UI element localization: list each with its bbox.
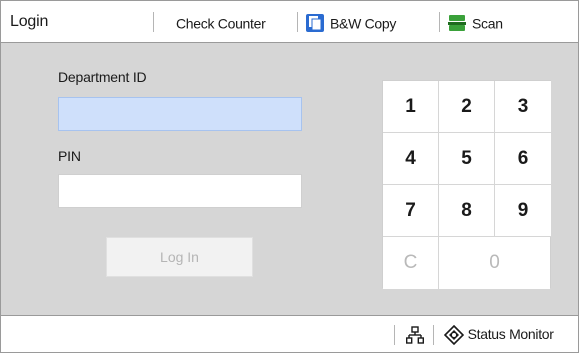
pin-field[interactable]: [58, 174, 302, 208]
network-status[interactable]: [405, 316, 425, 353]
login-screen: Login Check Counter B&W Copy Scan Depart…: [0, 0, 579, 353]
numeric-keypad: 1 2 3 4 5 6 7 8 9 C 0: [382, 80, 551, 289]
bottom-separator: [433, 325, 434, 345]
bottom-bar: Status Monitor: [1, 315, 578, 352]
bw-copy-button[interactable]: B&W Copy: [305, 1, 396, 43]
bw-copy-label: B&W Copy: [330, 15, 397, 32]
top-separator: [297, 12, 298, 32]
key-1[interactable]: 1: [383, 81, 439, 133]
key-2[interactable]: 2: [439, 81, 495, 133]
key-3[interactable]: 3: [495, 81, 551, 133]
top-separator: [153, 12, 154, 32]
key-4[interactable]: 4: [383, 133, 439, 185]
key-6[interactable]: 6: [495, 133, 551, 185]
scan-label: Scan: [472, 15, 503, 32]
key-7[interactable]: 7: [383, 185, 439, 237]
status-monitor-icon: [443, 325, 465, 346]
status-monitor-button[interactable]: Status Monitor: [443, 316, 554, 353]
check-counter-label: Check Counter: [176, 15, 266, 32]
key-0[interactable]: 0: [439, 237, 550, 289]
department-id-label: Department ID: [58, 69, 147, 85]
network-icon: [405, 326, 425, 344]
department-id-field[interactable]: [58, 97, 302, 131]
scan-icon: [448, 15, 466, 32]
page-title: Login: [10, 13, 49, 30]
key-clear[interactable]: C: [383, 237, 439, 289]
top-separator: [439, 12, 440, 32]
check-counter-button[interactable]: Check Counter: [176, 1, 266, 43]
key-9[interactable]: 9: [495, 185, 551, 237]
scan-button[interactable]: Scan: [447, 1, 503, 43]
pin-label: PIN: [58, 148, 81, 164]
bottom-separator: [394, 325, 395, 345]
key-8[interactable]: 8: [439, 185, 495, 237]
copy-icon: [306, 14, 324, 33]
log-in-button[interactable]: Log In: [106, 237, 253, 277]
status-monitor-label: Status Monitor: [467, 326, 554, 342]
top-bar: Login Check Counter B&W Copy Scan: [1, 1, 578, 43]
key-5[interactable]: 5: [439, 133, 495, 185]
